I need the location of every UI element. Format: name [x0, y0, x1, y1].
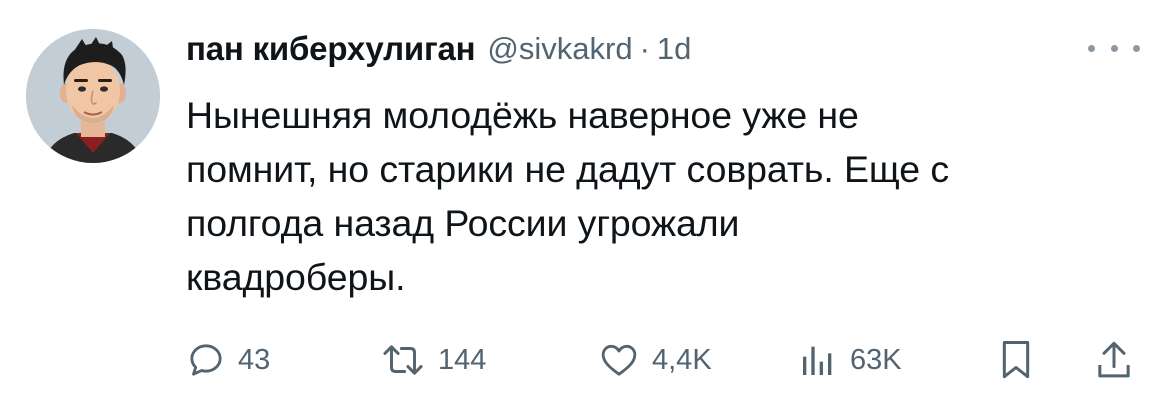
views-button[interactable]: 63K	[798, 330, 902, 390]
author-handle[interactable]: @sivkakrd	[487, 31, 632, 67]
retweet-button[interactable]: 144	[380, 330, 486, 390]
retweet-icon	[383, 345, 423, 375]
tweet[interactable]: пан киберхулиган @sivkakrd · 1d Нынешняя…	[0, 0, 1170, 413]
like-button[interactable]: 4,4K	[598, 330, 712, 390]
share-button[interactable]	[1094, 330, 1134, 390]
more-dot	[1133, 44, 1140, 52]
more-dot	[1110, 44, 1118, 52]
like-count: 4,4K	[652, 343, 712, 376]
reply-icon	[190, 344, 222, 376]
views-icon	[803, 346, 832, 375]
views-count: 63K	[850, 343, 902, 376]
more-icon[interactable]	[1088, 36, 1140, 60]
author-display-name[interactable]: пан киберхулиган	[186, 30, 476, 68]
avatar[interactable]	[26, 29, 160, 163]
separator-dot: ·	[639, 31, 650, 66]
bookmark-icon	[1002, 341, 1030, 379]
bookmark-button[interactable]	[996, 330, 1036, 390]
retweet-count: 144	[438, 343, 487, 376]
more-dot	[1088, 44, 1095, 52]
reply-button[interactable]: 43	[186, 330, 270, 390]
tweet-text: Нынешняя молодёжь наверное уже не помнит…	[186, 94, 949, 298]
like-icon	[601, 344, 637, 376]
reply-count: 43	[238, 343, 271, 376]
tweet-timestamp[interactable]: 1d	[657, 31, 691, 67]
share-icon	[1098, 341, 1130, 378]
tweet-header: пан киберхулиган @sivkakrd · 1d	[186, 24, 691, 74]
avatar-illustration	[26, 29, 160, 163]
action-bar: 43 144 4,4K 63K	[186, 330, 1146, 390]
